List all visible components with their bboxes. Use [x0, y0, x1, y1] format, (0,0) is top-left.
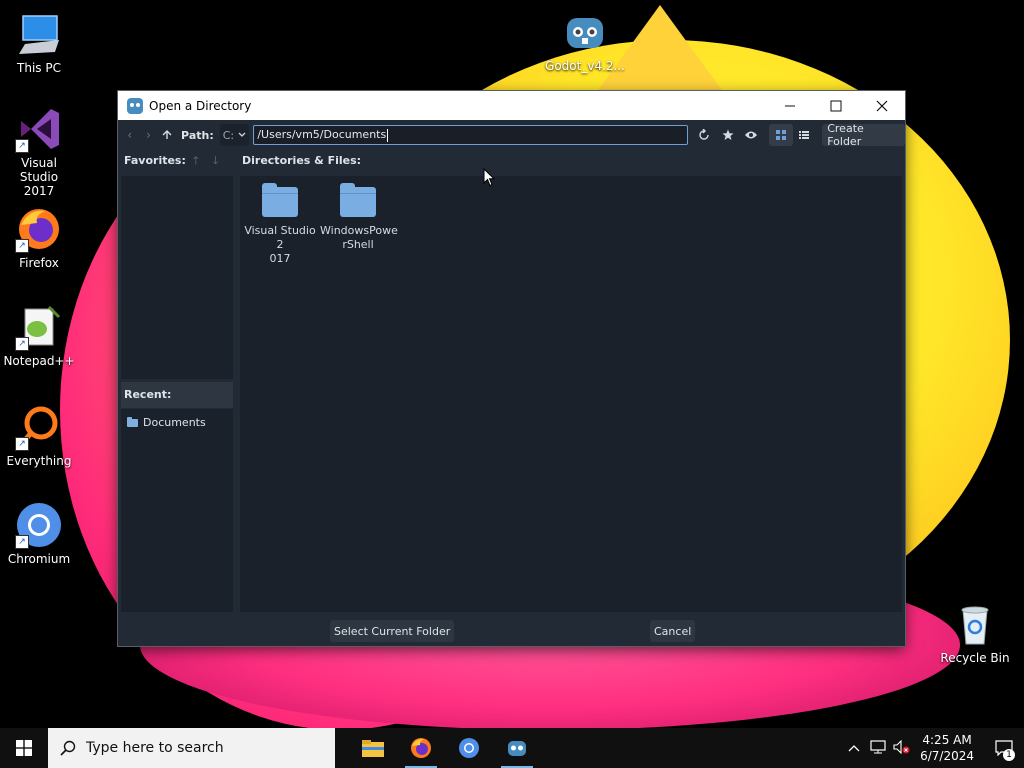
move-down-icon[interactable]: 🡓	[213, 154, 219, 167]
create-folder-button[interactable]: Create Folder	[822, 122, 906, 148]
network-icon[interactable]	[866, 739, 890, 757]
file-item-label: WindowsPowe rShell	[320, 224, 398, 251]
window-title: Open a Directory	[149, 98, 252, 113]
folder-icon	[127, 416, 138, 427]
desktop-icon-chromium[interactable]: ↗ Chromium	[0, 501, 78, 566]
desktop-icon-notepadpp[interactable]: ↗ Notepad++	[0, 303, 78, 368]
desktop-icon-this-pc[interactable]: This PC	[0, 10, 78, 75]
godot-icon	[561, 8, 609, 56]
search-placeholder: Type here to search	[86, 740, 224, 756]
file-item-visual-studio-2017[interactable]: Visual Studio 2 017	[242, 176, 318, 266]
desktop-icon-everything[interactable]: ↗ Everything	[0, 403, 78, 468]
directories-files-heading: Directories & Files:	[242, 154, 362, 167]
path-input[interactable]: /Users/vm5/Documents	[253, 125, 689, 145]
recent-list[interactable]: Documents	[121, 409, 233, 612]
desktop-icon-label: Chromium	[7, 552, 71, 566]
godot-app-icon	[127, 97, 143, 114]
drive-select[interactable]: C:	[219, 124, 250, 146]
desktop-icon-firefox[interactable]: ↗ Firefox	[0, 205, 78, 270]
desktop-icon-godot[interactable]: Godot_v4.2...	[545, 8, 625, 73]
everything-search-icon: ↗	[15, 403, 63, 451]
file-item-windowspowershell[interactable]: WindowsPowe rShell	[320, 176, 398, 252]
clock-date: 6/7/2024	[920, 749, 974, 763]
favorites-list[interactable]	[121, 176, 233, 379]
windows-logo-icon	[16, 740, 32, 756]
list-view-icon[interactable]	[793, 124, 817, 146]
chromium-icon	[459, 738, 479, 758]
desktop-icon-label: Firefox	[19, 256, 59, 270]
taskbar: Type here to search 4:25 AM 6/7/2024 1	[0, 728, 1024, 768]
shortcut-arrow-icon: ↗	[15, 139, 29, 153]
files-grid[interactable]: Visual Studio 2 017 WindowsPowe rShell	[240, 176, 902, 612]
godot-icon	[508, 741, 526, 756]
favorites-heading: Favorites:	[124, 154, 186, 167]
up-arrow-icon[interactable]	[157, 124, 177, 146]
favorites-move-arrows: 🡑 🡓	[193, 152, 218, 171]
recycle-bin-icon	[951, 600, 999, 648]
refresh-icon[interactable]	[692, 124, 716, 146]
visual-studio-icon: ↗	[15, 105, 63, 153]
path-label: Path:	[181, 128, 214, 142]
shortcut-arrow-icon: ↗	[15, 337, 29, 351]
title-bar: Open a Directory	[118, 91, 905, 120]
shortcut-arrow-icon: ↗	[15, 437, 29, 451]
recent-heading: Recent:	[121, 382, 233, 408]
folder-icon	[262, 183, 298, 217]
desktop-icon-visual-studio[interactable]: ↗ Visual Studio 2017	[0, 105, 78, 198]
taskbar-chromium[interactable]	[445, 728, 493, 768]
open-directory-dialog: Open a Directory ‹ › Path: C: /Users/vm5…	[118, 91, 906, 646]
select-current-folder-button[interactable]: Select Current Folder	[330, 620, 455, 642]
notepadpp-icon: ↗	[15, 303, 63, 351]
back-arrow-icon[interactable]: ‹	[120, 124, 140, 146]
notification-count-badge: 1	[1003, 749, 1015, 761]
grid-view-icon[interactable]	[769, 124, 793, 146]
desktop-icon-label: Notepad++	[3, 354, 75, 368]
close-button[interactable]	[859, 91, 905, 120]
text-caret	[387, 128, 389, 142]
forward-arrow-icon[interactable]: ›	[140, 124, 158, 146]
action-center-button[interactable]: 1	[984, 728, 1024, 768]
taskbar-file-explorer[interactable]	[349, 728, 397, 768]
drive-value: C:	[222, 128, 235, 142]
system-tray: 4:25 AM 6/7/2024 1	[842, 728, 1024, 768]
taskbar-godot[interactable]	[493, 728, 541, 768]
shortcut-arrow-icon: ↗	[15, 239, 29, 253]
recent-item-label: Documents	[143, 416, 206, 429]
folder-icon	[340, 183, 376, 217]
show-hidden-icons-chevron-icon[interactable]	[842, 742, 866, 755]
chromium-icon: ↗	[15, 501, 63, 549]
path-input-value: /Users/vm5/Documents	[257, 128, 387, 141]
taskbar-firefox[interactable]	[397, 728, 445, 768]
desktop-icon-recycle-bin[interactable]: Recycle Bin	[936, 600, 1014, 665]
path-toolbar: ‹ › Path: C: /Users/vm5/Documents Create…	[118, 120, 906, 150]
start-button[interactable]	[0, 728, 48, 768]
maximize-button[interactable]	[813, 91, 859, 120]
shortcut-arrow-icon: ↗	[15, 535, 29, 549]
file-item-label: Visual Studio 2 017	[244, 224, 316, 265]
move-up-icon[interactable]: 🡑	[193, 154, 199, 167]
firefox-icon: ↗	[15, 205, 63, 253]
minimize-button[interactable]	[767, 91, 813, 120]
favorite-star-icon[interactable]	[716, 124, 740, 146]
desktop-icon-label: This PC	[17, 61, 61, 75]
firefox-icon	[411, 738, 431, 758]
computer-icon	[15, 10, 63, 58]
taskbar-clock[interactable]: 4:25 AM 6/7/2024	[920, 732, 974, 764]
search-icon	[60, 740, 76, 756]
desktop-icon-label: Everything	[6, 454, 72, 468]
file-explorer-icon	[362, 740, 384, 757]
show-hidden-eye-icon[interactable]	[739, 124, 763, 146]
clock-time: 4:25 AM	[922, 733, 972, 747]
desktop-icon-label: Godot_v4.2...	[545, 59, 625, 73]
chevron-down-icon	[238, 132, 246, 137]
mouse-cursor-icon	[483, 167, 496, 190]
recent-item-documents[interactable]: Documents	[127, 416, 206, 429]
volume-muted-icon[interactable]	[890, 739, 914, 757]
desktop-icon-label: Recycle Bin	[940, 651, 1010, 665]
desktop-icon-label: Visual Studio 2017	[19, 156, 59, 198]
cancel-button[interactable]: Cancel	[650, 620, 696, 642]
taskbar-search-box[interactable]: Type here to search	[48, 728, 335, 768]
